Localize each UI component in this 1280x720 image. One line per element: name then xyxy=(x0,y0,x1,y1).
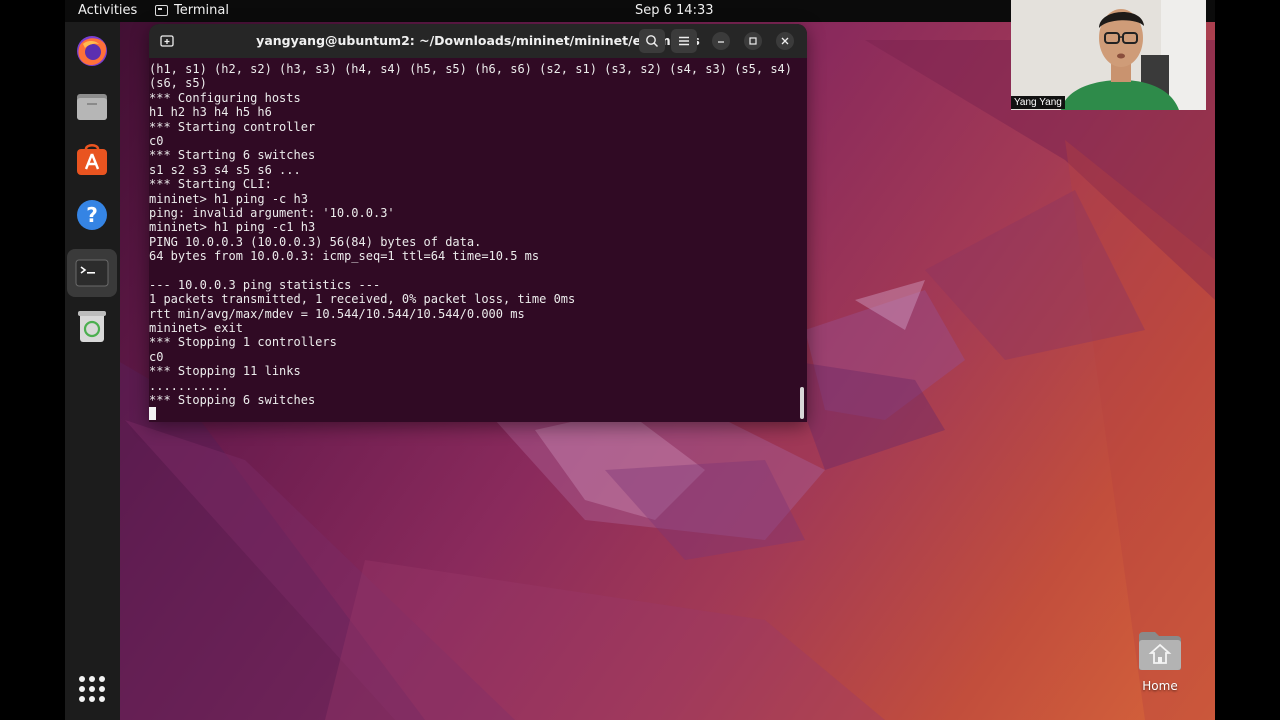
minimize-icon xyxy=(718,41,724,43)
dock-firefox[interactable] xyxy=(72,31,112,71)
svg-text:?: ? xyxy=(86,203,98,227)
trash-icon xyxy=(78,311,106,342)
person-video-image xyxy=(1011,0,1206,110)
new-tab-icon xyxy=(160,35,174,47)
letterbox-right xyxy=(1215,0,1280,720)
terminal-prompt-line[interactable] xyxy=(149,407,807,421)
minimize-button[interactable] xyxy=(712,32,730,50)
terminal-line: *** Starting 6 switches xyxy=(149,148,316,163)
dock-help[interactable]: ? xyxy=(72,195,112,235)
home-folder-label: Home xyxy=(1142,679,1178,693)
participant-name-label: Yang Yang xyxy=(1011,96,1065,109)
window-title: yangyang@ubuntum2: ~/Downloads/mininet/m… xyxy=(256,33,700,48)
search-button[interactable] xyxy=(639,29,665,53)
dock-trash[interactable] xyxy=(72,306,112,346)
terminal-scrollbar[interactable] xyxy=(800,387,804,419)
terminal-line: c0 xyxy=(149,349,164,364)
terminal-line: rtt min/avg/max/mdev = 10.544/10.544/10.… xyxy=(149,306,525,321)
terminal-line: 64 bytes from 10.0.0.3: icmp_seq=1 ttl=6… xyxy=(149,249,540,264)
text-cursor xyxy=(149,407,156,421)
files-icon xyxy=(77,94,107,120)
terminal-line: mininet> h1 ping -c1 h3 xyxy=(149,220,316,235)
terminal-line: c0 xyxy=(149,133,164,148)
hamburger-menu-icon xyxy=(679,36,689,46)
home-folder-desktop-icon[interactable] xyxy=(1137,630,1183,672)
letterbox-left xyxy=(0,0,65,720)
terminal-line: ........... xyxy=(149,378,229,393)
new-tab-button[interactable] xyxy=(154,29,180,53)
terminal-line: *** Stopping 1 controllers xyxy=(149,335,337,350)
terminal-line: *** Starting controller xyxy=(149,119,316,134)
terminal-line: (h1, s1) (h2, s2) (h3, s3) (h4, s4) (h5,… xyxy=(149,62,792,76)
terminal-line: PING 10.0.0.3 (10.0.0.3) 56(84) bytes of… xyxy=(149,234,482,249)
terminal-window[interactable]: yangyang@ubuntum2: ~/Downloads/mininet/m… xyxy=(149,24,807,422)
firefox-icon xyxy=(77,36,107,66)
close-button[interactable] xyxy=(776,32,794,50)
maximize-button[interactable] xyxy=(744,32,762,50)
desktop: Activities Terminal Sep 6 14:33 ? yangya… xyxy=(65,0,1215,720)
search-icon xyxy=(646,35,659,48)
terminal-icon xyxy=(75,259,109,287)
webcam-overlay: Yang Yang xyxy=(1011,0,1206,110)
terminal-header-bar[interactable]: yangyang@ubuntum2: ~/Downloads/mininet/m… xyxy=(149,24,807,58)
clock[interactable]: Sep 6 14:33 xyxy=(635,3,714,18)
terminal-line: *** Starting CLI: xyxy=(149,177,272,192)
terminal-line: 1 packets transmitted, 1 received, 0% pa… xyxy=(149,292,576,307)
activities-button[interactable]: Activities xyxy=(78,3,137,18)
panel-app-name: Terminal xyxy=(174,3,229,18)
home-folder-icon xyxy=(1139,632,1181,670)
terminal-line: mininet> exit xyxy=(149,321,243,336)
app-center-icon xyxy=(77,144,107,175)
maximize-icon xyxy=(749,37,757,45)
dock: ? xyxy=(65,22,120,720)
panel-app-menu[interactable]: Terminal xyxy=(155,3,229,18)
terminal-line: ping: invalid argument: '10.0.0.3' xyxy=(149,205,395,220)
show-apps-button[interactable] xyxy=(79,676,105,702)
terminal-line: *** Stopping 6 switches xyxy=(149,392,316,407)
menu-button[interactable] xyxy=(671,29,697,53)
terminal-output[interactable]: (h1, s1) (h2, s2) (h3, s3) (h4, s4) (h5,… xyxy=(149,62,807,422)
dock-files[interactable] xyxy=(72,86,112,126)
terminal-line: (s6, s5) xyxy=(149,76,207,91)
dock-app-center[interactable] xyxy=(72,140,112,180)
help-icon: ? xyxy=(77,200,107,230)
terminal-line: *** Stopping 11 links xyxy=(149,364,301,379)
terminal-line: mininet> h1 ping -c h3 xyxy=(149,191,308,206)
terminal-line: *** Configuring hosts xyxy=(149,90,301,105)
close-icon xyxy=(781,37,789,45)
terminal-line: s1 s2 s3 s4 s5 s6 ... xyxy=(149,162,301,177)
terminal-line: h1 h2 h3 h4 h5 h6 xyxy=(149,105,272,120)
dock-terminal[interactable] xyxy=(67,249,117,297)
terminal-icon xyxy=(155,5,168,16)
terminal-line: --- 10.0.0.3 ping statistics --- xyxy=(149,277,381,292)
